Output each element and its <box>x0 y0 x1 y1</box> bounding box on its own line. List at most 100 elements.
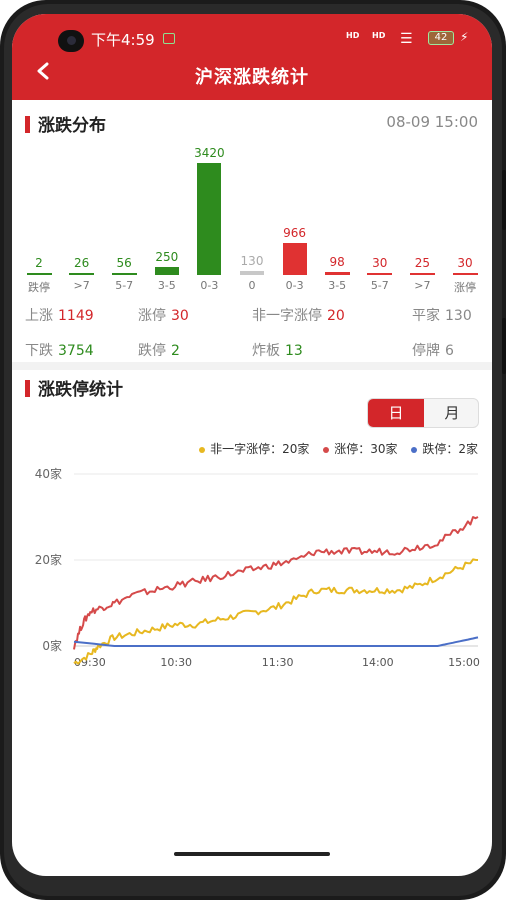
distribution-bar <box>409 273 435 275</box>
stat-value: 30 <box>171 308 189 324</box>
screen: 下午4:59 HD HD ☰ 42 ⚡ 沪深涨跌统计 涨跌分布 08-09 15… <box>12 14 492 876</box>
stat-item: 炸板 13 <box>252 340 303 360</box>
limit-stats-title: 涨跌停统计 <box>38 380 123 400</box>
legend-dot <box>199 446 206 453</box>
signal-icon-1: HD <box>346 31 360 40</box>
series-line <box>73 516 479 650</box>
stat-item: 平家 130 <box>412 305 472 325</box>
stat-value: 2 <box>171 343 180 359</box>
legend-label: 涨停： <box>334 442 371 456</box>
toggle-day-button[interactable]: 日 <box>368 399 424 427</box>
message-icon <box>163 33 175 44</box>
bar-value-label: 250 <box>155 250 179 264</box>
chart-legend: 非一字涨停：20家 涨停：30家 跌停：2家 <box>12 440 478 457</box>
battery-icon: 42 <box>428 31 454 45</box>
stat-label: 上涨 <box>25 308 53 324</box>
app-header: 下午4:59 HD HD ☰ 42 ⚡ 沪深涨跌统计 <box>12 14 492 100</box>
legend-label: 跌停： <box>422 442 459 456</box>
stat-label: 停牌 <box>412 343 440 359</box>
bar-category-label: 3-5 <box>328 279 347 292</box>
distribution-title: 涨跌分布 <box>38 116 106 136</box>
bar-category-label: 0-3 <box>285 279 304 292</box>
legend-value: 20家 <box>282 442 310 456</box>
distribution-bar <box>324 272 350 275</box>
distribution-bar <box>69 273 95 275</box>
distribution-bar <box>367 273 393 275</box>
distribution-bar <box>26 273 52 275</box>
distribution-bar <box>240 271 264 275</box>
distribution-bar <box>111 273 137 275</box>
bar-value-label: 26 <box>73 256 90 270</box>
legend-item: 涨停：30家 <box>323 440 398 457</box>
status-bar: 下午4:59 HD HD ☰ 42 ⚡ <box>12 28 492 52</box>
series-line <box>73 558 479 665</box>
x-tick-label: 10:30 <box>160 656 192 669</box>
stat-label: 涨停 <box>138 308 166 324</box>
stat-value: 13 <box>285 343 303 359</box>
section-marker <box>25 116 30 133</box>
bar-value-label: 25 <box>414 256 431 270</box>
bar-category-label: 5-7 <box>370 279 389 292</box>
stat-item: 涨停 30 <box>138 305 189 325</box>
stat-label: 跌停 <box>138 343 166 359</box>
bar-value-label: 30 <box>372 256 388 270</box>
stat-item: 上涨 1149 <box>25 305 94 325</box>
section-divider <box>12 362 492 370</box>
stat-value: 6 <box>445 343 454 359</box>
limit-stats-chart: 40家20家0家09:30 10:30 11:30 14:00 15:00 <box>35 466 480 669</box>
bar-value-label: 2 <box>35 256 43 270</box>
x-tick-label: 11:30 <box>262 656 294 669</box>
stat-label: 平家 <box>412 308 440 324</box>
bar-category-label: 涨停 <box>454 281 476 294</box>
volume-button <box>502 170 506 230</box>
bar-category-label: 3-5 <box>157 279 176 292</box>
period-toggle: 日 月 <box>367 398 479 428</box>
charging-icon: ⚡ <box>460 30 469 44</box>
y-tick-label: 40家 <box>35 466 62 481</box>
y-tick-label: 0家 <box>42 638 62 653</box>
legend-label: 非一字涨停： <box>210 442 283 456</box>
distribution-bar <box>197 163 222 275</box>
bar-value-label: 56 <box>116 256 132 270</box>
stat-label: 下跌 <box>25 343 53 359</box>
stat-value: 1149 <box>58 308 94 324</box>
series-line <box>73 636 479 647</box>
toggle-month-button[interactable]: 月 <box>424 399 478 427</box>
bar-category-label: 0-3 <box>200 279 219 292</box>
bar-value-label: 3420 <box>194 146 225 160</box>
legend-value: 30家 <box>370 442 398 456</box>
legend-dot <box>411 446 418 453</box>
page-title: 沪深涨跌统计 <box>195 67 309 88</box>
status-time: 下午4:59 <box>91 31 155 49</box>
stat-value: 3754 <box>58 343 94 359</box>
phone-frame: 下午4:59 HD HD ☰ 42 ⚡ 沪深涨跌统计 涨跌分布 08-09 15… <box>0 0 506 900</box>
legend-dot <box>323 446 330 453</box>
x-tick-label: 14:00 <box>362 656 394 669</box>
bar-value-label: 966 <box>283 226 307 240</box>
bar-category-label: >7 <box>73 279 90 292</box>
stat-label: 炸板 <box>252 343 280 359</box>
bar-category-label: >7 <box>414 279 431 292</box>
stat-item: 跌停 2 <box>138 340 180 360</box>
bar-value-label: 30 <box>457 256 473 270</box>
signal-icon-2: HD <box>372 31 386 40</box>
stat-value: 20 <box>327 308 345 324</box>
stat-item: 非一字涨停 20 <box>252 305 345 325</box>
distribution-bar <box>282 243 307 275</box>
bar-category-label: 0 <box>248 279 256 292</box>
distribution-bar <box>154 267 179 275</box>
distribution-datetime: 08-09 15:00 <box>386 113 478 131</box>
wifi-icon: ☰ <box>400 31 413 47</box>
bar-category-label: 跌停 <box>28 281 50 294</box>
section-marker <box>25 380 30 397</box>
stat-value: 130 <box>445 308 472 324</box>
stat-item: 停牌 6 <box>412 340 454 360</box>
home-indicator[interactable] <box>174 852 330 856</box>
x-tick-label: 15:00 <box>448 656 480 669</box>
front-camera <box>58 30 84 52</box>
distribution-bar <box>452 273 478 275</box>
power-button <box>502 318 506 374</box>
legend-item: 跌停：2家 <box>411 440 478 457</box>
stat-label: 非一字涨停 <box>252 308 322 324</box>
legend-value: 2家 <box>458 442 478 456</box>
